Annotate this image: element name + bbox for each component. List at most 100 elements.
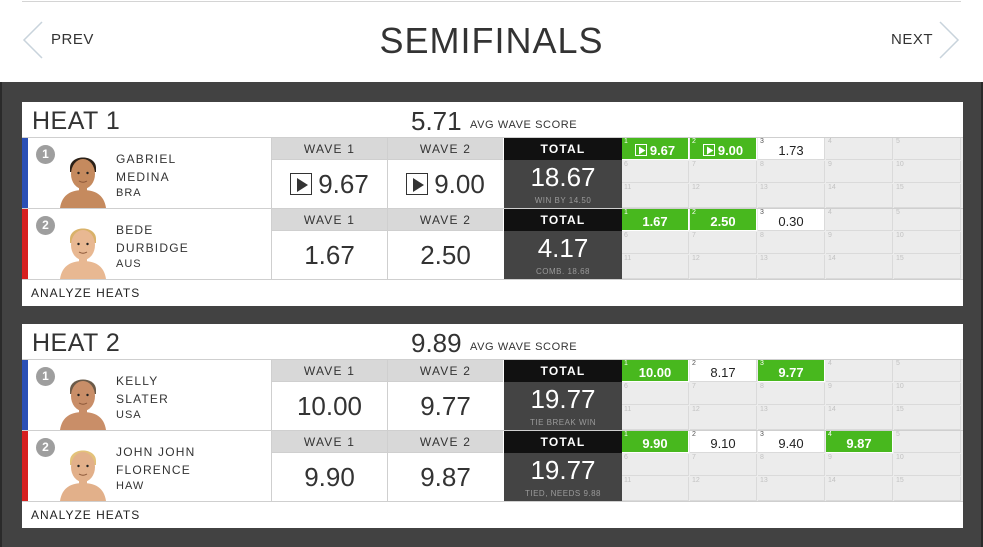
- wave-score-cell: 6: [622, 454, 689, 476]
- play-icon[interactable]: [290, 173, 313, 195]
- total-score: 4.17: [537, 233, 589, 263]
- wave-number: 7: [692, 161, 696, 168]
- wave-score-cell: 7: [690, 161, 757, 183]
- play-icon[interactable]: [406, 173, 429, 195]
- wave-score-cell: 14: [826, 477, 893, 501]
- heat-title: HEAT 1: [32, 107, 121, 135]
- wave-2-column: WAVE 2 9.00: [387, 138, 503, 208]
- wave-number: 6: [624, 161, 628, 168]
- jersey-color-bar: [22, 431, 28, 501]
- wave-score-value: 9.77: [758, 365, 824, 380]
- wave-2-column: WAVE 2 9.87: [387, 431, 503, 501]
- wave-2-score[interactable]: 9.77: [388, 382, 503, 430]
- wave-1-score[interactable]: 9.90: [272, 453, 387, 501]
- wave-score-text: 9.67: [649, 143, 676, 158]
- wave-1-score[interactable]: 9.67: [272, 160, 387, 208]
- wave-1-value: 9.90: [304, 461, 355, 492]
- wave-score-grid: 1 9.67 2 9.00 3 1.73 4 5 6 7 8 9 10 11 12 13 14 15: [622, 138, 963, 208]
- heat-header: HEAT 2 9.89 AVG WAVE SCORE: [22, 324, 963, 360]
- wave-number: 5: [896, 138, 900, 145]
- surfer-name[interactable]: KELLY SLATER: [116, 372, 169, 408]
- wave-1-column: WAVE 1 1.67: [271, 209, 387, 279]
- wave-number: 11: [624, 406, 632, 413]
- surfer-avatar[interactable]: [52, 217, 114, 279]
- wave-1-value: 1.67: [304, 239, 355, 270]
- surfer-name[interactable]: BEDE DURBIDGE: [116, 221, 189, 257]
- wave-1-score[interactable]: 1.67: [272, 231, 387, 279]
- wave-score-cell: 12: [690, 184, 757, 208]
- wave-score-text: 9.40: [778, 436, 804, 451]
- wave-score-cell: 10: [894, 161, 961, 183]
- surfer-first-name: GABRIEL: [116, 152, 177, 166]
- analyze-heats-link[interactable]: ANALYZE HEATS: [31, 508, 140, 522]
- wave-score-grid: 1 10.00 2 8.17 3 9.77 4 5 6 7 8 9 10 11 12 13 14 15: [622, 360, 963, 430]
- wave-score-cell[interactable]: 3 9.40: [758, 431, 825, 453]
- wave-score-cell: 11: [622, 406, 689, 430]
- surfer-avatar[interactable]: [52, 146, 114, 208]
- wave-score-cell: 11: [622, 477, 689, 501]
- wave-score-cell[interactable]: 2 2.50: [690, 209, 757, 231]
- wave-1-header: WAVE 1: [272, 138, 387, 160]
- wave-score-cell: 10: [894, 454, 961, 476]
- wave-score-cell[interactable]: 4 9.87: [826, 431, 893, 453]
- wave-score-text: 9.87: [846, 436, 872, 451]
- wave-score-cell: 4: [826, 138, 893, 160]
- heats-panel: HEAT 1 5.71 AVG WAVE SCORE 1 GABRIEL MED…: [0, 82, 983, 547]
- seed-badge: 2: [36, 438, 55, 457]
- wave-score-cell: 9: [826, 161, 893, 183]
- wave-number: 4: [828, 138, 832, 145]
- jersey-color-bar: [22, 138, 28, 208]
- surfer-first-name: KELLY: [116, 374, 159, 388]
- wave-score-cell[interactable]: 3 0.30: [758, 209, 825, 231]
- wave-score-cell[interactable]: 1 9.90: [622, 431, 689, 453]
- wave-number: 12: [692, 255, 700, 262]
- chevron-right-icon[interactable]: [922, 20, 962, 60]
- wave-1-score[interactable]: 10.00: [272, 382, 387, 430]
- wave-number: 14: [828, 255, 836, 262]
- wave-score-cell: 8: [758, 454, 825, 476]
- wave-score-cell[interactable]: 3 9.77: [758, 360, 825, 382]
- wave-score-cell: 13: [758, 477, 825, 501]
- wave-score-value: 9.90: [622, 436, 688, 451]
- wave-2-score[interactable]: 9.87: [388, 453, 503, 501]
- wave-score-cell[interactable]: 1 1.67: [622, 209, 689, 231]
- wave-2-score[interactable]: 2.50: [388, 231, 503, 279]
- wave-number: 11: [624, 255, 632, 262]
- wave-score-cell: 12: [690, 477, 757, 501]
- wave-score-value: 2.50: [690, 214, 756, 229]
- wave-number: 11: [624, 184, 632, 191]
- wave-1-header: WAVE 1: [272, 360, 387, 382]
- total-column: TOTAL 19.77 TIED, NEEDS 9.88: [504, 431, 622, 501]
- wave-2-score[interactable]: 9.00: [388, 160, 503, 208]
- wave-score-cell: 13: [758, 406, 825, 430]
- surfer-name[interactable]: JOHN JOHN FLORENCE: [116, 443, 195, 479]
- surfer-name[interactable]: GABRIEL MEDINA: [116, 150, 176, 186]
- wave-score-value: 10.00: [622, 365, 688, 380]
- surfer-avatar[interactable]: [52, 439, 114, 501]
- wave-score-value: 9.10: [690, 436, 756, 451]
- total-column: TOTAL 18.67 WIN BY 14.50: [504, 138, 622, 208]
- wave-score-grid: 1 1.67 2 2.50 3 0.30 4 5 6 7 8 9 10 11 12 13 14 15: [622, 209, 963, 279]
- wave-score-cell[interactable]: 2 9.10: [690, 431, 757, 453]
- surfer-row: 2 JOHN JOHN FLORENCE HAW WAVE 1 9.90 WAV…: [22, 431, 963, 502]
- wave-number: 6: [624, 383, 628, 390]
- wave-score-cell: 15: [894, 477, 961, 501]
- surfer-avatar[interactable]: [52, 368, 114, 430]
- wave-score-value: 1.73: [758, 143, 824, 158]
- wave-score-cell[interactable]: 1 9.67: [622, 138, 689, 160]
- wave-number: 13: [760, 477, 768, 484]
- total-header: TOTAL: [504, 360, 622, 382]
- wave-score-cell[interactable]: 2 9.00: [690, 138, 757, 160]
- analyze-heats-link[interactable]: ANALYZE HEATS: [31, 286, 140, 300]
- surfer-country: HAW: [116, 480, 145, 492]
- wave-score-cell[interactable]: 2 8.17: [690, 360, 757, 382]
- wave-number: 8: [760, 454, 764, 461]
- wave-score-cell[interactable]: 1 10.00: [622, 360, 689, 382]
- wave-score-cell[interactable]: 3 1.73: [758, 138, 825, 160]
- wave-1-header: WAVE 1: [272, 431, 387, 453]
- play-icon[interactable]: [634, 144, 647, 156]
- wave-score-value: 9.67: [622, 143, 688, 158]
- surfer-row: 1 GABRIEL MEDINA BRA WAVE 1 9.67 WAVE 2 …: [22, 138, 963, 209]
- wave-score-cell: 12: [690, 255, 757, 279]
- play-icon[interactable]: [702, 144, 715, 156]
